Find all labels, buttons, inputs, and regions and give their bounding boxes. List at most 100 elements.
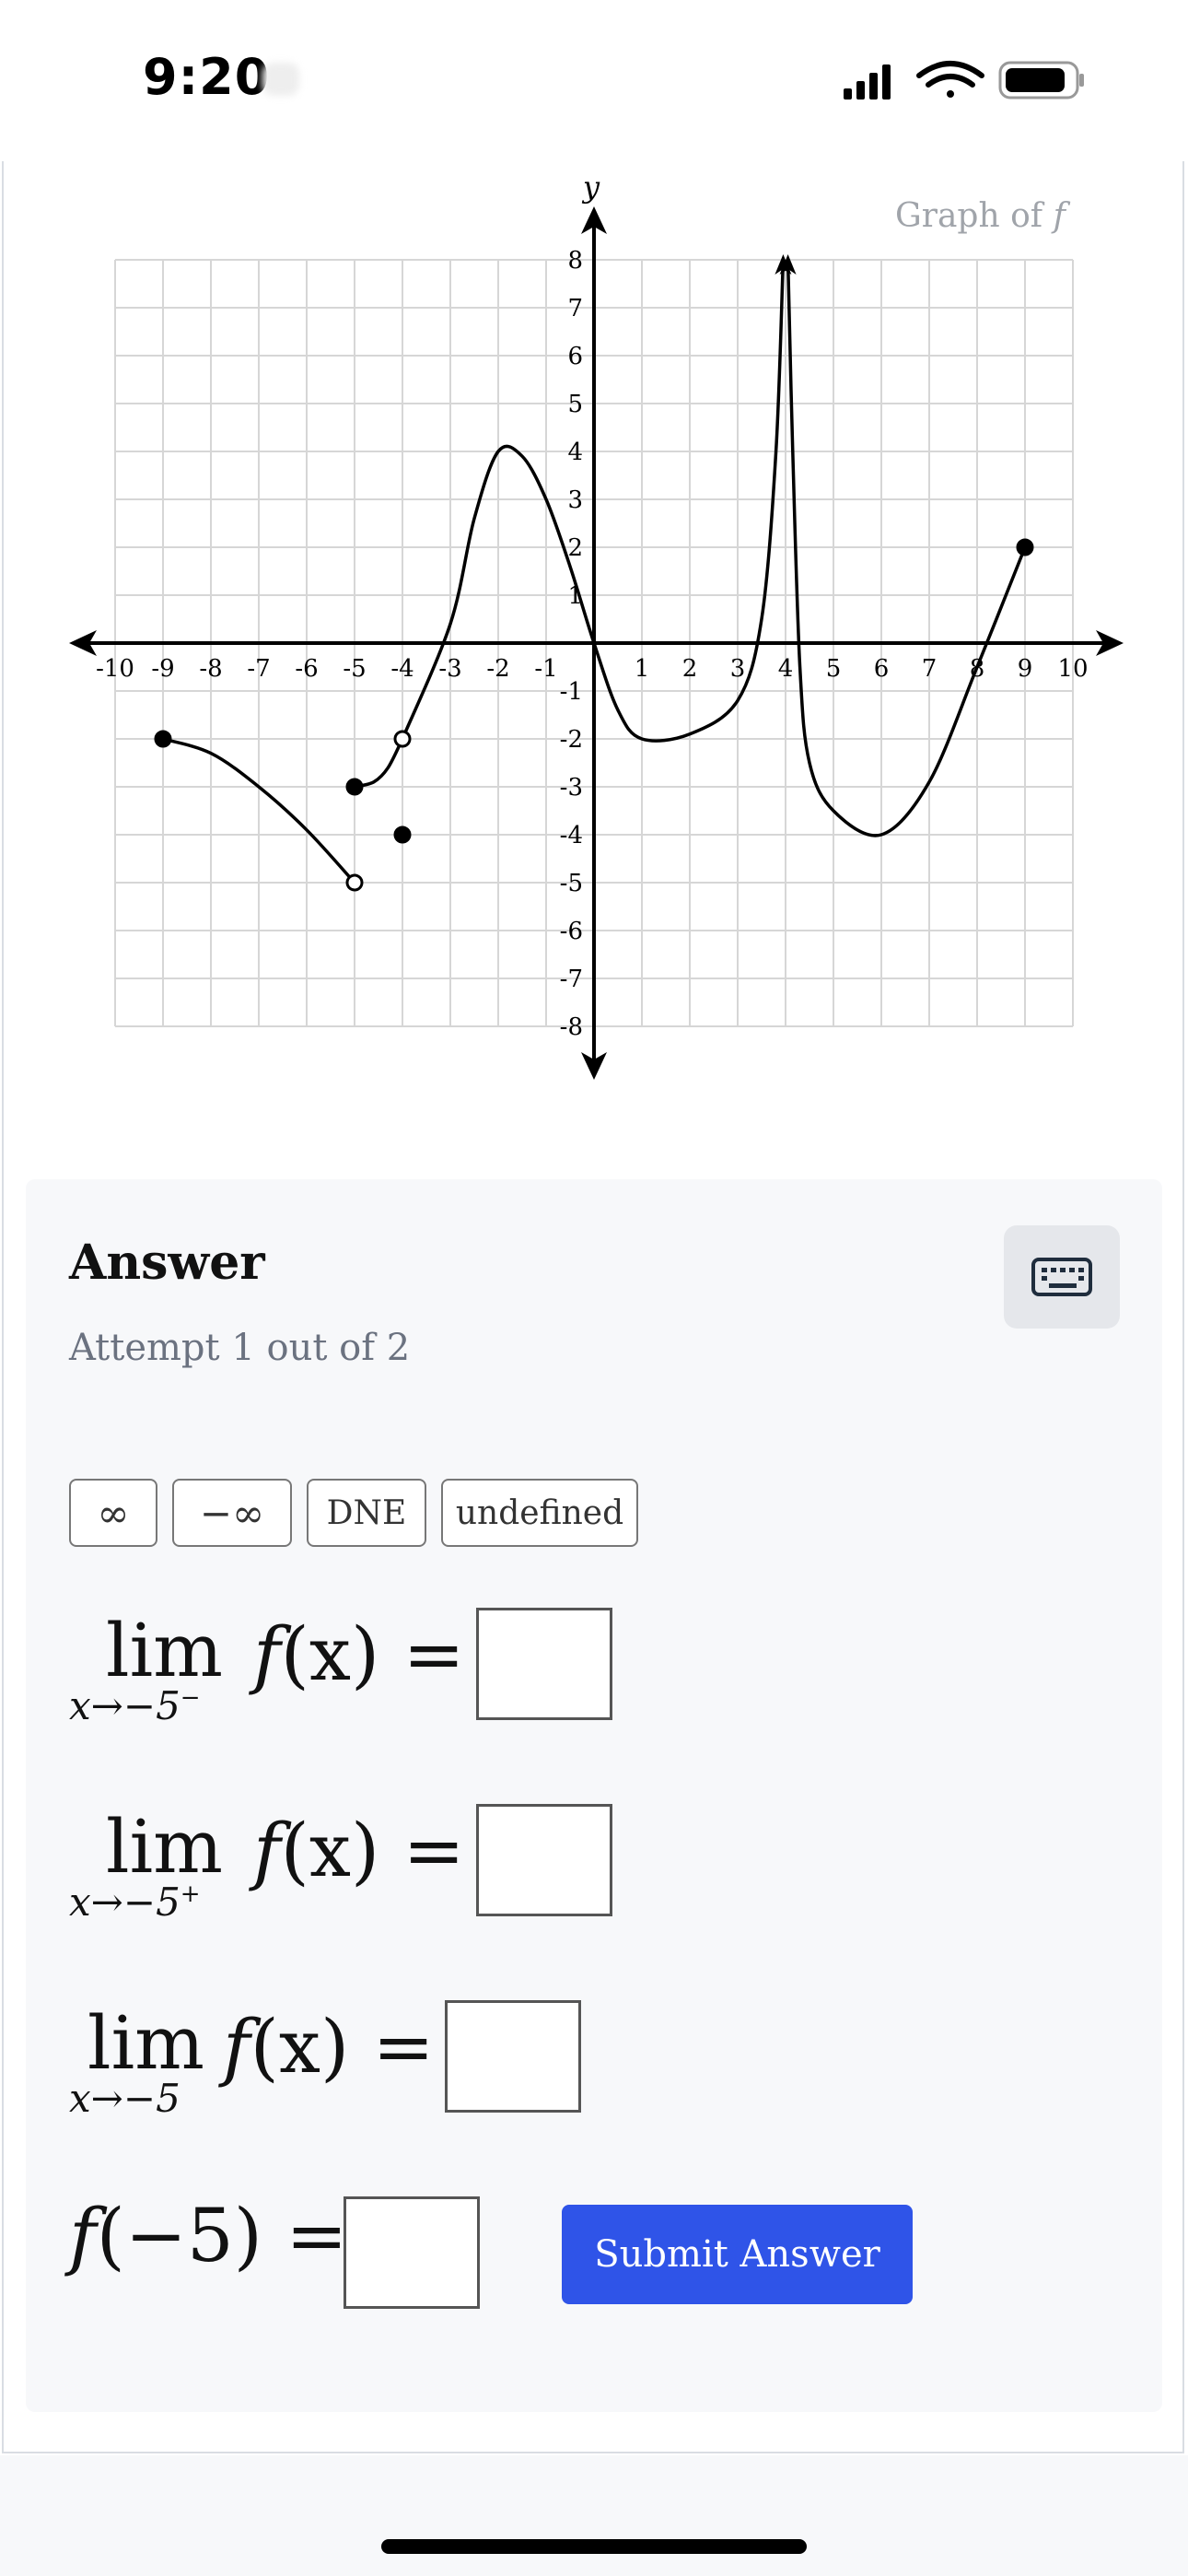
limit-left-row: lim x→−5− f(x) = — [69, 1608, 622, 1737]
x-tick-label: -6 — [295, 655, 318, 683]
y-tick-label: -5 — [560, 870, 583, 897]
closed-point — [1016, 538, 1034, 556]
page-background-footer — [0, 2455, 1188, 2576]
f-argument: (x) — [280, 1808, 380, 1893]
f-symbol: f — [253, 1808, 281, 1893]
undefined-button[interactable]: undefined — [441, 1479, 638, 1547]
y-tick-label: -4 — [560, 822, 583, 849]
y-tick-label: 8 — [567, 247, 583, 275]
answer-input-two-sided-limit[interactable] — [445, 2000, 581, 2113]
f-symbol: f — [253, 1611, 281, 1697]
equals-sign: = — [372, 2004, 435, 2090]
graph-title: Graph of f — [895, 197, 1066, 235]
lim-approach: x→−5 — [69, 2076, 181, 2121]
y-tick-label: 4 — [567, 439, 583, 466]
x-tick-label: 4 — [778, 655, 794, 683]
status-blur-indicator — [262, 63, 299, 96]
closed-point — [345, 778, 364, 796]
submit-answer-button[interactable]: Submit Answer — [562, 2205, 913, 2304]
x-tick-label: -7 — [247, 655, 270, 683]
infinity-button[interactable]: ∞ — [69, 1479, 157, 1547]
answer-input-f-value[interactable] — [344, 2196, 480, 2309]
fx-equals: f(x) = — [253, 1808, 465, 1893]
y-tick-label: 3 — [567, 486, 583, 514]
f-argument: (x) — [250, 2004, 350, 2090]
fx-equals: f(x) = — [223, 2004, 435, 2090]
limit-two-sided-row: lim x→−5 f(x) = — [69, 2000, 622, 2129]
f5-symbol: f — [69, 2193, 97, 2278]
y-tick-label: 2 — [567, 534, 583, 562]
status-bar: 9:20 — [0, 0, 1188, 161]
home-indicator[interactable] — [381, 2539, 807, 2554]
open-point — [345, 873, 364, 892]
battery-icon — [998, 61, 1084, 100]
y-tick-label: -2 — [560, 726, 583, 754]
keyboard-toggle-button[interactable] — [1004, 1225, 1120, 1329]
y-tick-label: 5 — [567, 391, 583, 418]
y-tick-label: -3 — [560, 774, 583, 802]
graph-title-func: f — [1053, 197, 1066, 235]
x-tick-label: -8 — [199, 655, 222, 683]
lim-subscript: x→−5+ — [69, 1879, 201, 1925]
answer-input-right-limit[interactable] — [476, 1804, 612, 1916]
x-tick-label: -10 — [96, 655, 134, 683]
attempt-counter: Attempt 1 out of 2 — [69, 1327, 411, 1369]
x-tick-label: 10 — [1057, 655, 1088, 683]
lim-subscript: x→−5− — [69, 1683, 201, 1728]
answer-title: Answer — [69, 1235, 265, 1291]
x-tick-label: -1 — [534, 655, 557, 683]
lim-expression: lim x→−5+ — [69, 1804, 272, 1933]
x-tick-label: 9 — [1018, 655, 1033, 683]
function-graph: xy-10-9-8-7-6-5-4-3-2-112345678910-8-7-6… — [69, 170, 1124, 1080]
f5-rest: (−5) = — [96, 2193, 348, 2278]
lim-side: + — [180, 1880, 201, 1908]
negative-infinity-button[interactable]: −∞ — [172, 1479, 292, 1547]
lim-expression: lim x→−5− — [69, 1608, 272, 1737]
x-tick-label: -4 — [390, 655, 413, 683]
dne-button[interactable]: DNE — [307, 1479, 426, 1547]
y-tick-label: -6 — [560, 918, 583, 945]
status-time: 9:20 — [143, 48, 271, 106]
f-symbol: f — [223, 2004, 250, 2090]
limit-right-row: lim x→−5+ f(x) = — [69, 1804, 622, 1933]
y-tick-label: -7 — [560, 966, 583, 993]
x-tick-label: 6 — [874, 655, 890, 683]
closed-point — [154, 730, 172, 748]
lim-side: − — [180, 1684, 201, 1712]
x-tick-label: 2 — [682, 655, 698, 683]
lim-word: lim — [106, 1804, 224, 1890]
f-argument: (x) — [280, 1611, 380, 1697]
keyboard-icon — [1031, 1258, 1092, 1296]
y-tick-label: -1 — [560, 678, 583, 706]
graph-title-prefix: Graph of — [895, 197, 1043, 235]
wifi-icon — [916, 61, 984, 98]
equals-sign: = — [402, 1611, 465, 1697]
x-tick-label: 7 — [922, 655, 938, 683]
y-tick-label: 6 — [567, 343, 583, 370]
x-tick-label: -5 — [343, 655, 366, 683]
answer-input-left-limit[interactable] — [476, 1608, 612, 1720]
x-tick-label: -3 — [438, 655, 461, 683]
equals-sign: = — [402, 1808, 465, 1893]
x-tick-label: -9 — [151, 655, 174, 683]
fx-equals: f(x) = — [253, 1611, 465, 1697]
closed-point — [393, 825, 412, 844]
function-curve — [354, 738, 404, 789]
cellular-signal-icon — [844, 64, 891, 100]
open-point — [393, 730, 412, 748]
y-axis-label: y — [581, 170, 600, 205]
lim-subscript: x→−5 — [69, 2076, 181, 2121]
lim-word: lim — [106, 1608, 224, 1693]
x-tick-label: 1 — [635, 655, 650, 683]
lim-approach: x→−5 — [69, 1683, 181, 1728]
x-tick-label: 3 — [730, 655, 746, 683]
x-tick-label: 5 — [826, 655, 842, 683]
f-of-minus-five-label: f(−5) = — [69, 2193, 347, 2278]
y-tick-label: 7 — [567, 295, 583, 322]
status-icons — [844, 61, 1084, 100]
y-tick-label: -8 — [560, 1013, 583, 1041]
lim-approach: x→−5 — [69, 1879, 181, 1925]
symbol-buttons: ∞ −∞ DNE undefined — [69, 1479, 638, 1551]
lim-word: lim — [87, 2000, 205, 2086]
x-tick-label: -2 — [486, 655, 509, 683]
